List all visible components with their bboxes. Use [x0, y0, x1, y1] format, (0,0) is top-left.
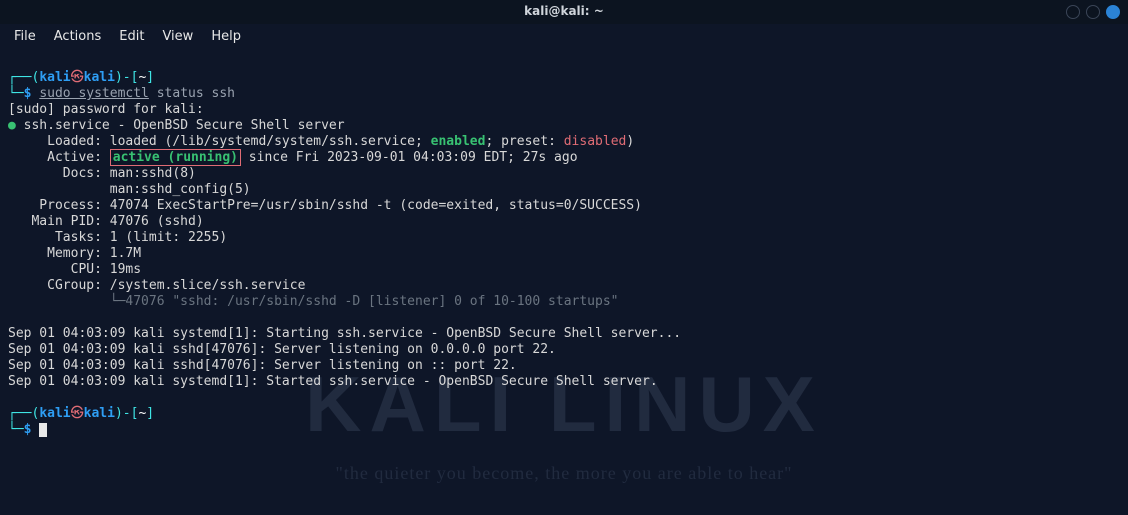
menu-view[interactable]: View [162, 29, 193, 46]
prompt-symbol: $ [24, 86, 40, 101]
close-button[interactable] [1106, 5, 1120, 19]
memory-line: Memory: 1.7M [8, 246, 141, 261]
prompt2-line-2: └─ [8, 422, 24, 437]
cursor-icon [39, 423, 47, 437]
bullet-icon: ● [8, 118, 16, 133]
log-line-4c: . [650, 374, 658, 389]
log-line-4: Sep 01 04:03:09 kali systemd[1]: Started [8, 374, 329, 389]
menu-edit[interactable]: Edit [119, 29, 144, 46]
cpu-line: CPU: 19ms [8, 262, 141, 277]
docs-1: man:sshd(8) [110, 166, 196, 181]
minimize-button[interactable] [1066, 5, 1080, 19]
disabled-text: disabled [564, 134, 627, 149]
docs-label: Docs: [8, 166, 110, 181]
prompt-line-2: └─ [8, 86, 24, 101]
menu-bar: File Actions Edit View Help [0, 24, 1128, 50]
docs-2: man:sshd_config(5) [8, 182, 251, 197]
active-running-highlight: active (running) [110, 149, 241, 166]
terminal[interactable]: ┌──(kali㉿kali)-[~] └─$ sudo systemctl st… [0, 50, 1128, 438]
prompt-user: kali [39, 70, 70, 85]
cmd-sudo: sudo systemctl [39, 86, 149, 101]
enabled-text: enabled [431, 134, 486, 149]
log-line-3: Sep 01 04:03:09 kali sshd[47076]: Server… [8, 358, 517, 373]
sudo-password-line: [sudo] password for kali: [8, 102, 204, 117]
window-controls [1066, 5, 1120, 19]
maximize-button[interactable] [1086, 5, 1100, 19]
log-line-2: Sep 01 04:03:09 kali sshd[47076]: Server… [8, 342, 556, 357]
watermark-tagline: "the quieter you become, the more you ar… [335, 462, 792, 485]
log-line-1: Sep 01 04:03:09 kali systemd[1]: Startin… [8, 326, 681, 341]
log-line-4b: ssh.service - OpenBSD Secure Shell serve… [329, 374, 650, 389]
prompt-line-1: ┌──( [8, 70, 39, 85]
prompt-sep: ㉿ [71, 70, 84, 85]
prompt2-line-1: ┌──( [8, 406, 39, 421]
menu-file[interactable]: File [14, 29, 36, 46]
unit-line: ssh.service - OpenBSD Secure Shell serve… [24, 118, 345, 133]
process-line: Process: 47074 ExecStartPre=/usr/sbin/ss… [8, 198, 642, 213]
active-label: Active: [8, 150, 110, 165]
prompt-host: kali [84, 70, 115, 85]
mainpid-line: Main PID: 47076 (sshd) [8, 214, 204, 229]
cgroup-child: └─47076 "sshd: /usr/sbin/sshd -D [listen… [8, 294, 618, 309]
menu-actions[interactable]: Actions [54, 29, 102, 46]
cgroup-line: CGroup: /system.slice/ssh.service [8, 278, 305, 293]
tasks-line: Tasks: 1 (limit: 2255) [8, 230, 227, 245]
loaded-label: Loaded: [8, 134, 110, 149]
active-since: since Fri 2023-09-01 04:03:09 EDT; 27s a… [241, 150, 578, 165]
window-title: kali@kali: ~ [524, 4, 604, 20]
menu-help[interactable]: Help [211, 29, 241, 46]
cmd-args: status ssh [149, 86, 235, 101]
loaded-value: loaded (/lib/systemd/system/ssh.service; [110, 134, 431, 149]
title-bar: kali@kali: ~ [0, 0, 1128, 24]
